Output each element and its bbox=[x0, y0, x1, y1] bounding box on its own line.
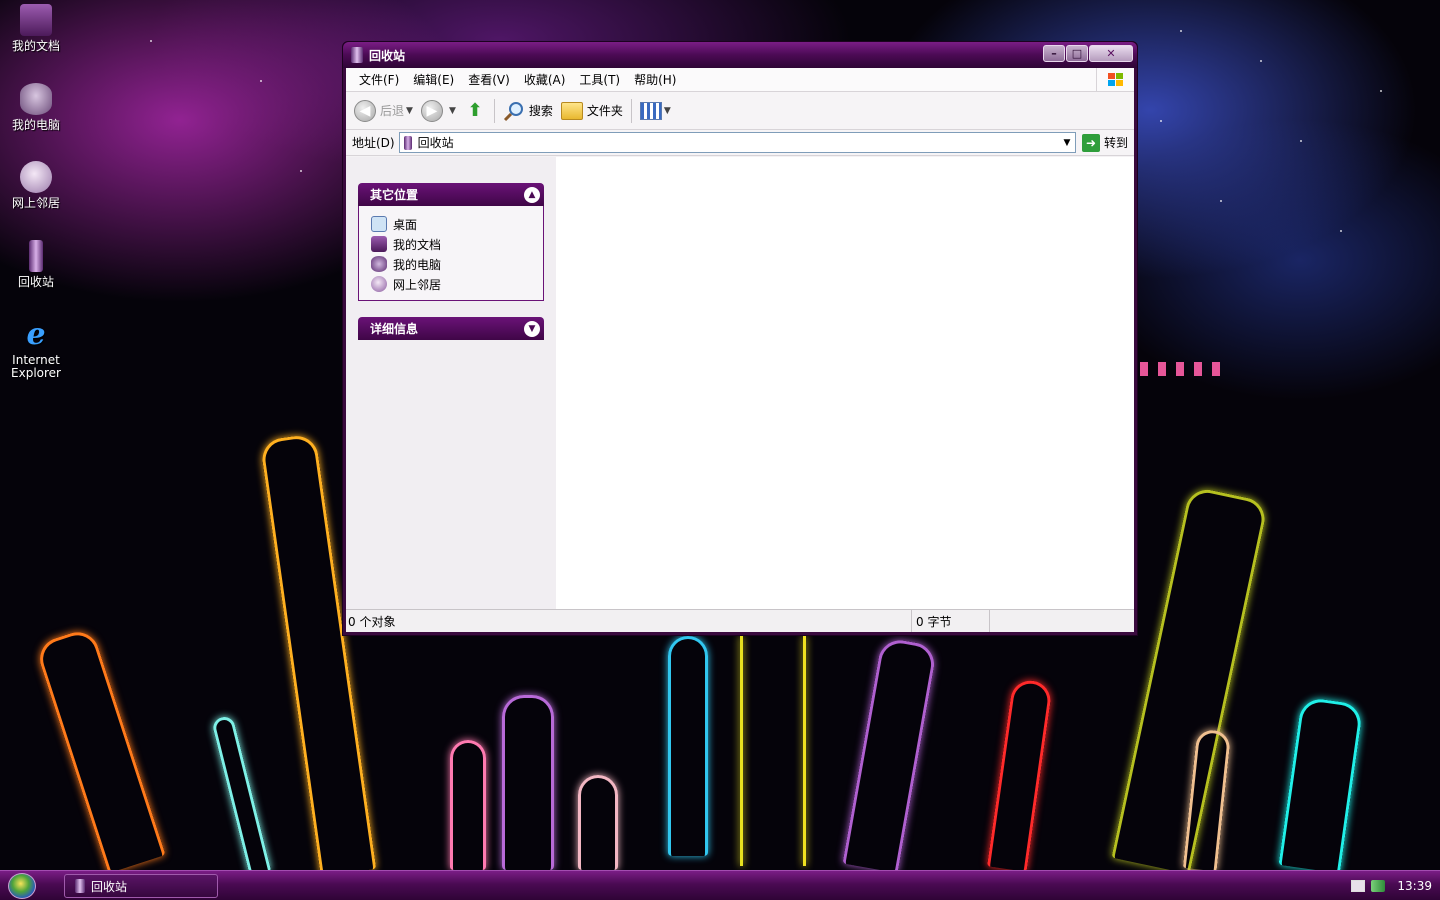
address-label: 地址(D) bbox=[352, 136, 395, 150]
window-titlebar[interactable]: 回收站 – □ ✕ bbox=[343, 42, 1137, 68]
desktop-icon-my-documents[interactable]: 我的文档 bbox=[0, 4, 72, 53]
back-button[interactable]: ◀ 后退 ▼ bbox=[354, 99, 413, 122]
maximize-button[interactable]: □ bbox=[1066, 45, 1088, 62]
panel-title: 详细信息 bbox=[370, 322, 419, 336]
forward-button[interactable]: ▶ ▼ bbox=[420, 99, 456, 122]
forward-arrow-icon: ▶ bbox=[420, 99, 443, 122]
back-label: 后退 bbox=[380, 104, 405, 118]
other-places-panel: 其它位置 ▲ 桌面 我的文档 我的电脑 网上邻居 bbox=[358, 183, 544, 301]
my-computer-icon bbox=[20, 83, 52, 115]
place-link-network-places[interactable]: 网上邻居 bbox=[371, 274, 531, 294]
status-object-count: 0 个对象 bbox=[346, 610, 912, 632]
file-list-area[interactable] bbox=[556, 157, 1134, 609]
toolbar: ◀ 后退 ▼ ▶ ▼ ⬆ 搜索 文件夹 ▼ bbox=[346, 92, 1134, 130]
network-places-icon bbox=[371, 276, 387, 292]
other-places-header[interactable]: 其它位置 ▲ bbox=[358, 183, 544, 206]
chevron-down-icon: ▼ bbox=[663, 105, 671, 116]
address-field[interactable]: 回收站 ▼ bbox=[398, 132, 1076, 153]
recycle-bin-icon bbox=[75, 879, 85, 893]
my-computer-icon bbox=[371, 256, 387, 272]
go-arrow-icon: ➜ bbox=[1081, 133, 1100, 152]
desktop-icon-label: 我的文档 bbox=[11, 39, 60, 53]
desktop-icon-label: Internet Explorer bbox=[11, 353, 61, 380]
window-title: 回收站 bbox=[369, 48, 406, 63]
task-pane: 其它位置 ▲ 桌面 我的文档 我的电脑 网上邻居 详细信息 ▼ bbox=[346, 157, 556, 609]
desktop-icon-my-computer[interactable]: 我的电脑 bbox=[0, 83, 72, 132]
my-documents-icon bbox=[371, 236, 387, 252]
status-size: 0 字节 bbox=[912, 610, 990, 632]
menu-view[interactable]: 查看(V) bbox=[461, 71, 517, 88]
menu-help[interactable]: 帮助(H) bbox=[627, 71, 683, 88]
windows-logo-icon bbox=[1096, 68, 1134, 92]
start-button[interactable] bbox=[8, 873, 36, 899]
other-places-body: 桌面 我的文档 我的电脑 网上邻居 bbox=[358, 206, 544, 301]
folders-label: 文件夹 bbox=[586, 104, 623, 118]
my-documents-icon bbox=[20, 4, 52, 36]
details-panel: 详细信息 ▼ bbox=[358, 317, 544, 340]
back-arrow-icon: ◀ bbox=[354, 99, 376, 122]
minimize-button[interactable]: – bbox=[1043, 45, 1065, 62]
menu-file[interactable]: 文件(F) bbox=[352, 71, 406, 88]
menu-favorites[interactable]: 收藏(A) bbox=[517, 71, 573, 88]
address-bar: 地址(D) 回收站 ▼ ➜ 转到 bbox=[346, 130, 1134, 156]
taskbar: 回收站 13:39 bbox=[0, 870, 1440, 900]
folders-button[interactable]: 文件夹 bbox=[560, 101, 623, 120]
place-link-my-documents[interactable]: 我的文档 bbox=[371, 234, 531, 254]
explorer-window: 回收站 – □ ✕ 文件(F) 编辑(E) 查看(V) 收藏(A) 工具(T) … bbox=[342, 41, 1138, 636]
content-area: 其它位置 ▲ 桌面 我的文档 我的电脑 网上邻居 详细信息 ▼ bbox=[346, 157, 1134, 609]
place-link-desktop[interactable]: 桌面 bbox=[371, 214, 531, 234]
close-button[interactable]: ✕ bbox=[1089, 45, 1133, 62]
chevron-down-icon: ▼ bbox=[406, 105, 413, 116]
menu-edit[interactable]: 编辑(E) bbox=[406, 71, 461, 88]
window-controls: – □ ✕ bbox=[1043, 45, 1133, 62]
recycle-bin-icon bbox=[403, 135, 412, 150]
place-label: 桌面 bbox=[393, 217, 418, 232]
desktop-icon-label: 回收站 bbox=[17, 275, 54, 289]
panel-title: 其它位置 bbox=[370, 188, 419, 202]
recycle-bin-icon bbox=[29, 240, 43, 272]
search-icon bbox=[503, 100, 525, 122]
window-body: 文件(F) 编辑(E) 查看(V) 收藏(A) 工具(T) 帮助(H) ◀ 后退… bbox=[346, 68, 1134, 632]
views-button[interactable]: ▼ bbox=[639, 101, 671, 120]
details-header[interactable]: 详细信息 ▼ bbox=[358, 317, 544, 340]
views-icon bbox=[639, 101, 662, 120]
toolbar-divider bbox=[493, 98, 495, 123]
chevron-down-icon[interactable]: ▼ bbox=[524, 321, 540, 337]
taskbar-button-label: 回收站 bbox=[91, 879, 128, 894]
toolbar-divider bbox=[630, 98, 632, 123]
up-folder-icon: ⬆ bbox=[467, 100, 483, 121]
desktop-icon-recycle-bin[interactable]: 回收站 bbox=[0, 240, 72, 289]
search-label: 搜索 bbox=[528, 104, 553, 118]
desktop-icon-network-places[interactable]: 网上邻居 bbox=[0, 161, 72, 210]
status-bar: 0 个对象 0 字节 bbox=[346, 609, 1134, 632]
chevron-up-icon[interactable]: ▲ bbox=[524, 187, 540, 203]
internet-explorer-icon: e bbox=[26, 316, 46, 352]
desktop-icon-internet-explorer[interactable]: e Internet Explorer bbox=[0, 316, 72, 380]
place-label: 我的电脑 bbox=[393, 257, 442, 272]
up-folder-button[interactable]: ⬆ bbox=[464, 100, 486, 122]
search-button[interactable]: 搜索 bbox=[503, 100, 553, 122]
go-button[interactable]: ➜ 转到 bbox=[1081, 133, 1128, 152]
desktop-icon bbox=[371, 216, 387, 232]
address-dropdown-icon[interactable]: ▼ bbox=[1059, 133, 1075, 152]
menu-bar: 文件(F) 编辑(E) 查看(V) 收藏(A) 工具(T) 帮助(H) bbox=[346, 68, 1134, 92]
taskbar-button-recycle-bin[interactable]: 回收站 bbox=[64, 874, 218, 898]
network-status-icon[interactable] bbox=[1371, 879, 1386, 892]
folder-icon bbox=[560, 101, 583, 120]
place-label: 网上邻居 bbox=[393, 277, 442, 292]
address-value: 回收站 bbox=[417, 136, 454, 150]
keyboard-icon[interactable] bbox=[1351, 879, 1366, 892]
place-label: 我的文档 bbox=[393, 237, 442, 252]
place-link-my-computer[interactable]: 我的电脑 bbox=[371, 254, 531, 274]
network-places-icon bbox=[20, 161, 52, 193]
chevron-down-icon: ▼ bbox=[448, 105, 456, 116]
system-tray: 13:39 bbox=[1310, 871, 1440, 900]
go-label: 转到 bbox=[1103, 136, 1128, 150]
menu-tools[interactable]: 工具(T) bbox=[572, 71, 627, 88]
desktop-icon-label: 我的电脑 bbox=[11, 118, 60, 132]
clock[interactable]: 13:39 bbox=[1397, 879, 1432, 893]
desktop-icon-label: 网上邻居 bbox=[11, 196, 60, 210]
recycle-bin-icon bbox=[351, 47, 363, 63]
